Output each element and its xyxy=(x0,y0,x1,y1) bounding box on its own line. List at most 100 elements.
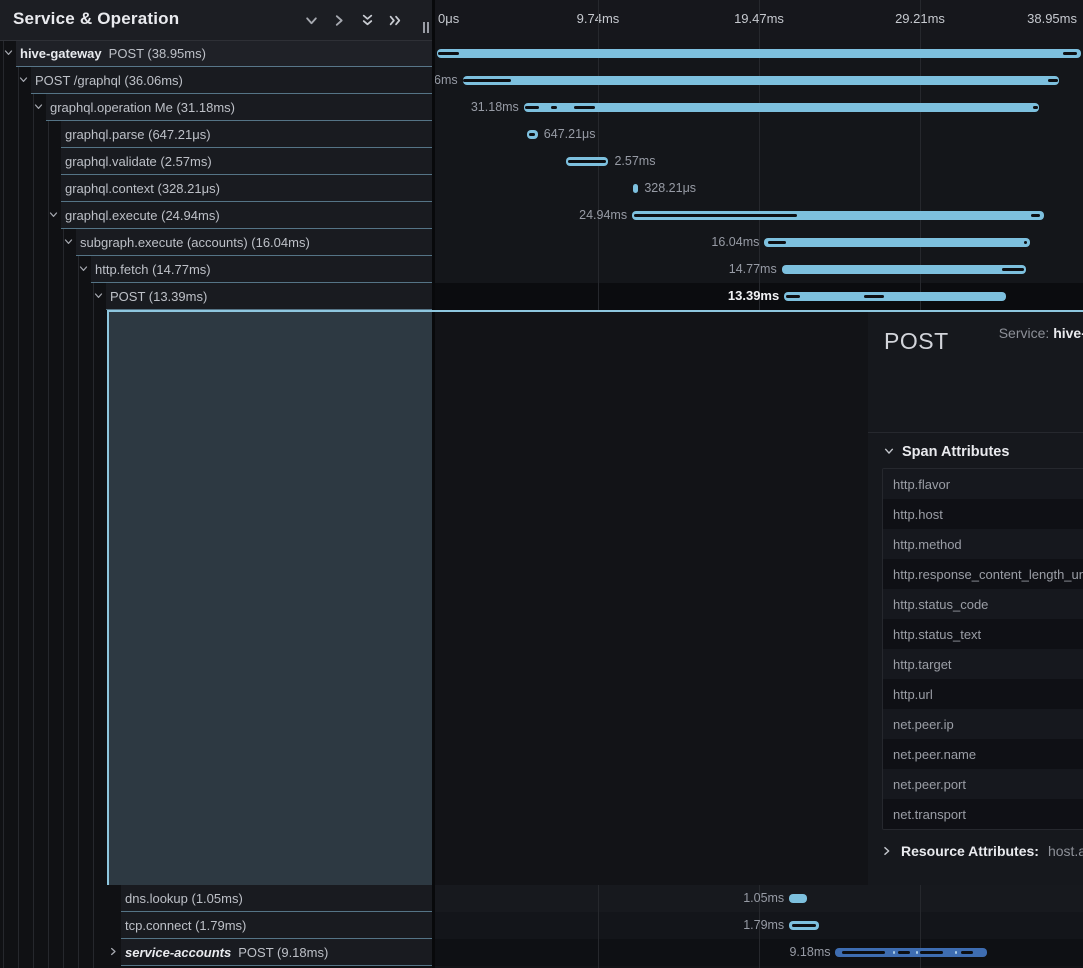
attribute-key: net.transport xyxy=(893,807,1083,822)
span-name-cell[interactable]: hive-gatewayPOST (38.95ms) xyxy=(16,40,434,67)
span-name-cell[interactable]: dns.lookup (1.05ms) xyxy=(121,885,434,912)
chevron-down-icon[interactable] xyxy=(77,264,90,273)
span-name-cell[interactable]: POST (13.39ms) xyxy=(106,283,434,310)
double-chevron-down-icon[interactable] xyxy=(356,9,378,31)
operation-name: subgraph.execute (accounts) (16.04ms) xyxy=(80,235,310,250)
span-row[interactable]: http.fetch (14.77ms) xyxy=(0,256,434,283)
ruler-gridline xyxy=(598,0,599,40)
span-attributes-toggle[interactable]: Span Attributes xyxy=(884,444,1083,460)
span-name-cell[interactable]: graphql.operation Me (31.18ms) xyxy=(46,94,434,121)
span-name-cell[interactable]: graphql.context (328.21μs) xyxy=(61,175,434,202)
child-span-mark xyxy=(529,133,536,136)
span-row[interactable]: tcp.connect (1.79ms) xyxy=(0,912,434,939)
span-row[interactable]: POST (13.39ms) xyxy=(0,283,434,310)
span-overview-line: Library Version: 0.203.0 xyxy=(882,388,1083,410)
child-span-mark xyxy=(1031,214,1041,217)
span-duration-bar[interactable] xyxy=(789,921,819,930)
span-name-cell[interactable]: http.fetch (14.77ms) xyxy=(91,256,434,283)
child-span-mark xyxy=(893,951,895,954)
resource-attributes-title[interactable]: Resource Attributes: xyxy=(901,843,1039,859)
panel-resize-grip[interactable] xyxy=(423,22,429,33)
chevron-down-icon[interactable] xyxy=(32,102,45,111)
chevron-down-icon[interactable] xyxy=(62,237,75,246)
span-duration-bar[interactable] xyxy=(789,894,806,903)
span-duration-bar[interactable] xyxy=(566,157,608,166)
child-span-mark xyxy=(1024,241,1027,244)
span-duration-bar[interactable] xyxy=(784,292,1005,301)
chevron-down-icon[interactable] xyxy=(17,75,30,84)
span-duration-bar[interactable] xyxy=(633,184,638,193)
chevron-down-icon[interactable] xyxy=(92,291,105,300)
span-row[interactable]: service-accountsPOST (9.18ms) xyxy=(0,939,434,966)
span-duration-bar[interactable] xyxy=(527,130,538,139)
attribute-key: net.peer.name xyxy=(893,747,1083,762)
span-name-cell[interactable]: subgraph.execute (accounts) (16.04ms) xyxy=(76,229,434,256)
span-duration-bar[interactable] xyxy=(524,103,1040,112)
span-duration-bar[interactable] xyxy=(764,238,1029,247)
span-duration-bar[interactable] xyxy=(782,265,1026,274)
span-name-cell[interactable]: tcp.connect (1.79ms) xyxy=(121,912,434,939)
overview-field: Service: hive-gateway xyxy=(999,325,1083,341)
child-span-mark xyxy=(574,106,595,109)
child-span-mark xyxy=(864,295,885,298)
attribute-key: http.host xyxy=(893,507,1083,522)
span-duration-bar[interactable] xyxy=(437,49,1081,58)
chevron-right-icon[interactable] xyxy=(882,843,892,859)
span-name-cell[interactable]: POST /graphql (36.06ms) xyxy=(31,67,434,94)
attribute-key: http.flavor xyxy=(893,477,1083,492)
operation-name: dns.lookup (1.05ms) xyxy=(125,891,243,906)
timeline-ruler: 0μs9.74ms19.47ms29.21ms38.95ms xyxy=(434,0,1083,41)
span-name-cell[interactable]: graphql.parse (647.21μs) xyxy=(61,121,434,148)
span-row[interactable]: POST /graphql (36.06ms) xyxy=(0,67,434,94)
detail-divider xyxy=(868,432,1083,433)
span-duration-label: 36.06ms xyxy=(434,73,458,87)
ruler-tick-label: 0μs xyxy=(438,11,459,26)
chevron-right-icon[interactable] xyxy=(107,947,120,956)
span-row[interactable]: subgraph.execute (accounts) (16.04ms) xyxy=(0,229,434,256)
child-span-mark xyxy=(1033,106,1038,109)
child-span-mark xyxy=(1048,79,1058,82)
span-row[interactable]: hive-gatewayPOST (38.95ms) xyxy=(0,40,434,67)
chevron-down-icon[interactable] xyxy=(47,210,60,219)
span-row[interactable]: graphql.validate (2.57ms) xyxy=(0,148,434,175)
attribute-key: net.peer.port xyxy=(893,777,1083,792)
ruler-tick-label: 38.95ms xyxy=(1027,11,1077,26)
operation-name: POST /graphql (36.06ms) xyxy=(35,73,183,88)
span-duration-label: 328.21μs xyxy=(644,181,696,195)
child-span-mark xyxy=(792,924,817,927)
child-span-mark xyxy=(961,951,973,954)
span-duration-label: 16.04ms xyxy=(711,235,759,249)
span-duration-label: 31.18ms xyxy=(471,100,519,114)
child-span-mark xyxy=(842,951,885,954)
child-span-mark xyxy=(525,106,539,109)
panel-divider[interactable] xyxy=(432,0,435,968)
operation-name: graphql.validate (2.57ms) xyxy=(65,154,212,169)
span-duration-bar[interactable] xyxy=(835,948,987,957)
child-span-mark xyxy=(916,951,918,954)
operation-name: graphql.context (328.21μs) xyxy=(65,181,220,196)
attribute-key: http.status_text xyxy=(893,627,1083,642)
operation-name: POST (9.18ms) xyxy=(238,945,328,960)
attribute-row: http.url"http://localhost:4011/" xyxy=(883,679,1083,709)
span-duration-bar[interactable] xyxy=(632,211,1044,220)
span-duration-label: 13.39ms xyxy=(728,288,779,303)
span-row[interactable]: graphql.operation Me (31.18ms) xyxy=(0,94,434,121)
span-row[interactable]: dns.lookup (1.05ms) xyxy=(0,885,434,912)
span-name-cell[interactable]: graphql.validate (2.57ms) xyxy=(61,148,434,175)
span-row[interactable]: graphql.execute (24.94ms) xyxy=(0,202,434,229)
chevron-right-icon[interactable] xyxy=(328,9,350,31)
double-chevron-right-icon[interactable] xyxy=(384,9,406,31)
span-duration-bar[interactable] xyxy=(463,76,1059,85)
service-operation-panel: Service & Operation hive-gatewayPOST (38… xyxy=(0,0,434,968)
span-row[interactable]: graphql.context (328.21μs) xyxy=(0,175,434,202)
selected-span-border xyxy=(107,310,1083,312)
span-row[interactable]: graphql.parse (647.21μs) xyxy=(0,121,434,148)
span-attributes-table: http.flavor"1.1"http.host"localhost:4011… xyxy=(882,468,1083,830)
span-attributes-title: Span Attributes xyxy=(902,444,1009,460)
span-name-cell[interactable]: service-accountsPOST (9.18ms) xyxy=(121,939,434,966)
span-name-cell[interactable]: graphql.execute (24.94ms) xyxy=(61,202,434,229)
chevron-down-icon[interactable] xyxy=(300,9,322,31)
child-span-mark xyxy=(568,160,605,163)
chevron-down-icon[interactable] xyxy=(2,48,15,57)
attribute-row: http.flavor"1.1" xyxy=(883,469,1083,499)
